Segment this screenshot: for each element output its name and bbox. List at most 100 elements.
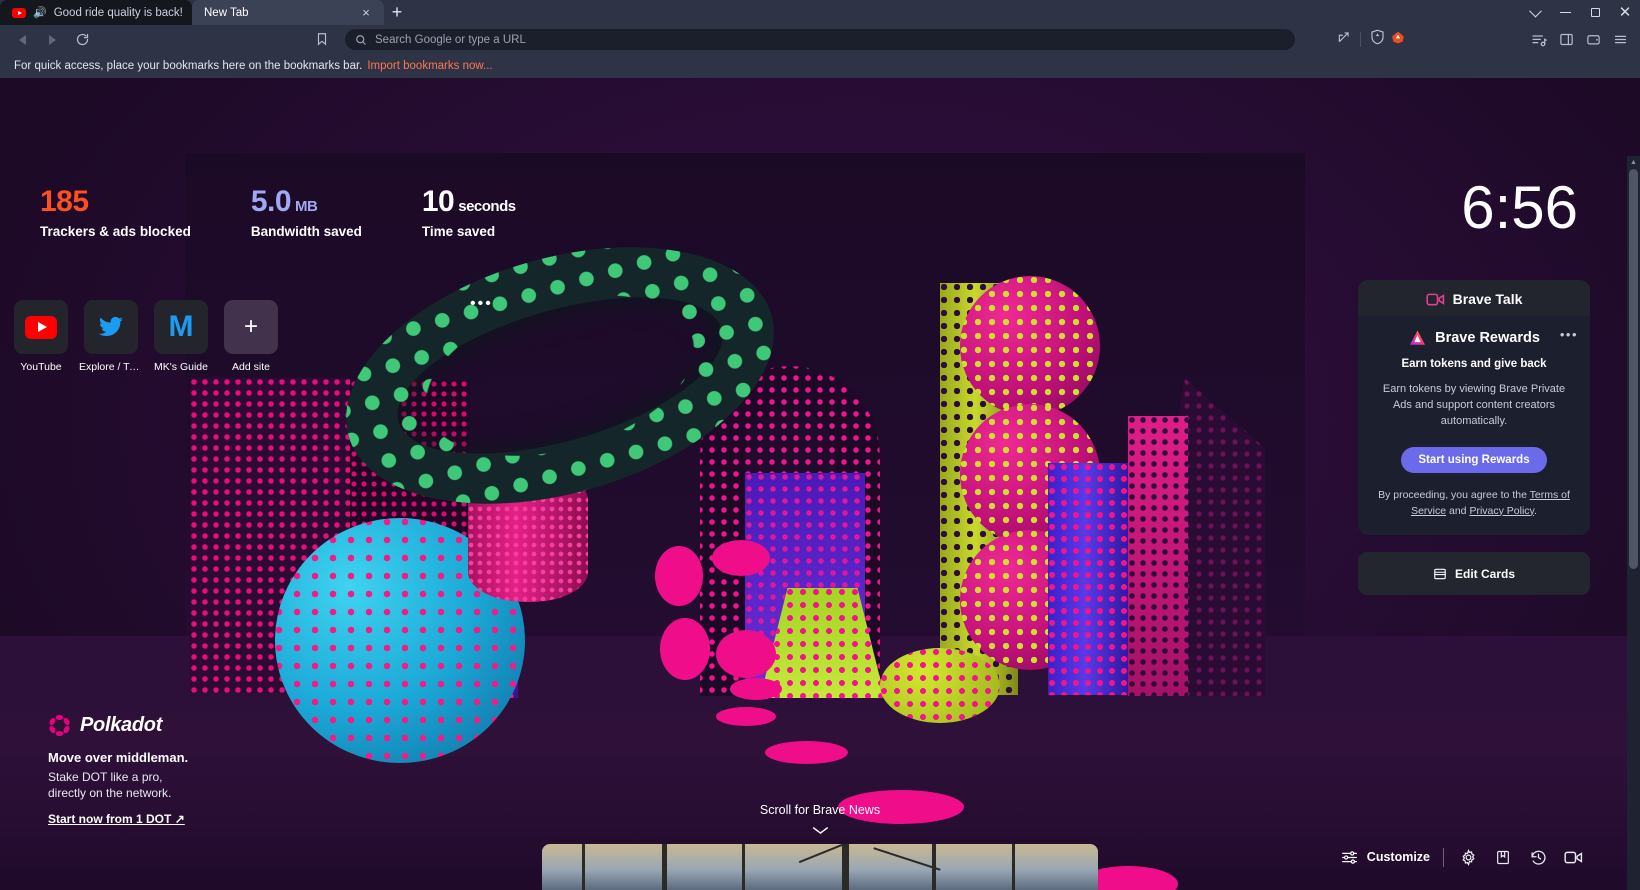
speaker-icon[interactable]: 🔊 — [33, 6, 47, 19]
youtube-icon — [25, 315, 57, 339]
share-icon[interactable] — [1337, 30, 1351, 49]
sponsor-cta-link[interactable]: Start now from 1 DOT ↗ — [48, 812, 185, 826]
edit-cards-button[interactable]: Edit Cards — [1358, 552, 1590, 596]
sponsor-cta-label: Start now from 1 DOT — [48, 812, 172, 826]
forward-arrow-icon[interactable] — [38, 28, 66, 52]
privacy-stats: 185 Trackers & ads blocked 5.0 MB Bandwid… — [40, 186, 576, 239]
toolbar-right-icons — [1527, 28, 1632, 52]
start-using-rewards-button[interactable]: Start using Rewards — [1401, 446, 1547, 473]
video-camera-icon — [1426, 293, 1444, 305]
stat-time-saved: 10 seconds Time saved — [422, 186, 516, 239]
stat-value: 5.0 — [250, 185, 292, 218]
tab-title: Good ride quality is back! (Merced — [53, 6, 182, 19]
terms-and: and — [1446, 504, 1470, 517]
stat-label: Trackers & ads blocked — [40, 223, 191, 239]
plus-icon: + — [243, 313, 258, 340]
brave-lion-icon[interactable] — [1391, 30, 1405, 50]
stat-bandwidth-saved: 5.0 MB Bandwidth saved — [251, 186, 362, 239]
new-tab-button[interactable]: + — [384, 0, 410, 25]
brave-wallet-icon[interactable] — [1581, 28, 1605, 52]
maximize-icon[interactable] — [1580, 0, 1610, 25]
sponsored-content: Polkadot Move over middleman. Stake DOT … — [48, 714, 368, 828]
cards-icon — [1434, 568, 1446, 580]
chevron-down-icon[interactable] — [1520, 0, 1550, 25]
stat-value: 10 — [421, 185, 455, 218]
browser-tab-inactive[interactable]: 🔊 Good ride quality is back! (Merced — [0, 0, 192, 25]
address-bar[interactable]: Search Google or type a URL — [345, 29, 1404, 50]
rewards-terms-text: By proceeding, you agree to the Terms of… — [1374, 488, 1574, 520]
clock-history-icon[interactable] — [1527, 846, 1549, 868]
top-site-label: Add site — [232, 361, 270, 373]
sidebar-icon[interactable] — [1554, 28, 1578, 52]
import-bookmarks-link[interactable]: Import bookmarks now... — [367, 60, 492, 72]
search-icon — [356, 34, 366, 45]
book-bookmark-icon[interactable] — [1492, 846, 1514, 868]
stat-label: Time saved — [421, 223, 496, 239]
brave-talk-card[interactable]: Brave Talk — [1358, 280, 1590, 316]
stat-label: Bandwidth saved — [250, 223, 362, 239]
rewards-description: Earn tokens by viewing Brave Private Ads… — [1382, 383, 1566, 427]
title-bar: 🔊 Good ride quality is back! (Merced New… — [0, 0, 1640, 25]
stat-unit: MB — [295, 198, 318, 215]
ntp-bottom-toolbar: Customize — [1341, 846, 1584, 868]
minimize-icon[interactable] — [1550, 0, 1580, 25]
sponsor-line2: directly on the network. — [48, 785, 172, 800]
sponsor-brand-name: Polkadot — [80, 713, 163, 736]
scroll-up-arrow[interactable]: ▲ — [1627, 156, 1640, 169]
privacy-policy-link[interactable]: Privacy Policy — [1469, 505, 1534, 517]
back-arrow-icon[interactable] — [8, 28, 36, 52]
playlist-icon[interactable] — [1527, 28, 1551, 52]
bookmark-icon[interactable] — [315, 31, 329, 52]
page-scrollbar[interactable]: ▲ — [1627, 156, 1640, 890]
top-site-label: Explore / Twi... — [79, 361, 143, 373]
video-camera-icon[interactable] — [1562, 846, 1584, 868]
top-site-mks-guide[interactable]: M MK's Guide — [154, 300, 208, 373]
brave-talk-title: Brave Talk — [1452, 291, 1523, 307]
twitter-icon — [99, 316, 123, 336]
reload-icon[interactable] — [68, 28, 96, 52]
scrollbar-thumb[interactable] — [1629, 169, 1638, 569]
brave-rewards-title: Brave Rewards — [1435, 330, 1540, 346]
browser-tab-active[interactable]: New Tab × — [192, 0, 384, 25]
close-icon[interactable]: ✕ — [1610, 0, 1640, 25]
edit-cards-label: Edit Cards — [1454, 566, 1515, 581]
scroll-for-news-hint[interactable]: Scroll for Brave News — [760, 803, 880, 835]
top-site-label: MK's Guide — [154, 361, 208, 373]
top-site-label: YouTube — [20, 361, 62, 373]
bookmarks-bar-message: For quick access, place your bookmarks h… — [14, 60, 363, 72]
window-controls: ✕ — [1520, 0, 1640, 25]
scroll-hint-label: Scroll for Brave News — [759, 803, 881, 817]
brave-shields-icon[interactable] — [1370, 29, 1385, 50]
widget-card-stack: Brave Talk ••• Brave Rewards Earn tokens… — [1358, 280, 1590, 596]
bookmarks-bar: For quick access, place your bookmarks h… — [0, 54, 1640, 78]
new-tab-page: 185 Trackers & ads blocked 5.0 MB Bandwid… — [0, 78, 1640, 890]
sliders-icon — [1341, 850, 1357, 864]
background-image-menu-icon[interactable]: ••• — [470, 296, 493, 312]
chevron-down-icon — [760, 826, 880, 835]
polkadot-brand: Polkadot — [48, 714, 368, 737]
sponsor-headline: Move over middleman. — [48, 749, 189, 765]
clock: 6:56 — [1461, 174, 1578, 241]
terms-suffix: . — [1534, 504, 1537, 517]
rewards-more-icon[interactable]: ••• — [1560, 328, 1578, 341]
polkadot-logo-icon — [49, 714, 70, 736]
add-site-button[interactable]: + Add site — [224, 300, 278, 373]
omnibox-container: Search Google or type a URL — [317, 29, 1404, 50]
terms-prefix: By proceeding, you agree to the — [1378, 488, 1530, 501]
top-site-twitter[interactable]: Explore / Twi... — [79, 300, 143, 373]
hamburger-menu-icon[interactable] — [1608, 28, 1632, 52]
top-site-youtube[interactable]: YouTube — [14, 300, 68, 373]
gear-icon[interactable] — [1457, 846, 1479, 868]
customize-label: Customize — [1366, 850, 1430, 864]
tab-title: New Tab — [204, 6, 249, 19]
close-icon[interactable]: × — [358, 5, 374, 20]
brave-news-preview[interactable] — [542, 844, 1098, 890]
rewards-subtitle: Earn tokens and give back — [1401, 358, 1547, 370]
stat-value: 185 — [40, 185, 89, 218]
customize-button[interactable]: Customize — [1341, 850, 1430, 865]
omnibox-placeholder: Search Google or type a URL — [375, 33, 526, 46]
stat-unit: seconds — [458, 198, 516, 215]
youtube-icon — [12, 6, 26, 20]
sponsor-line1: Stake DOT like a pro, — [48, 769, 163, 784]
stat-trackers-blocked: 185 Trackers & ads blocked — [40, 186, 191, 239]
